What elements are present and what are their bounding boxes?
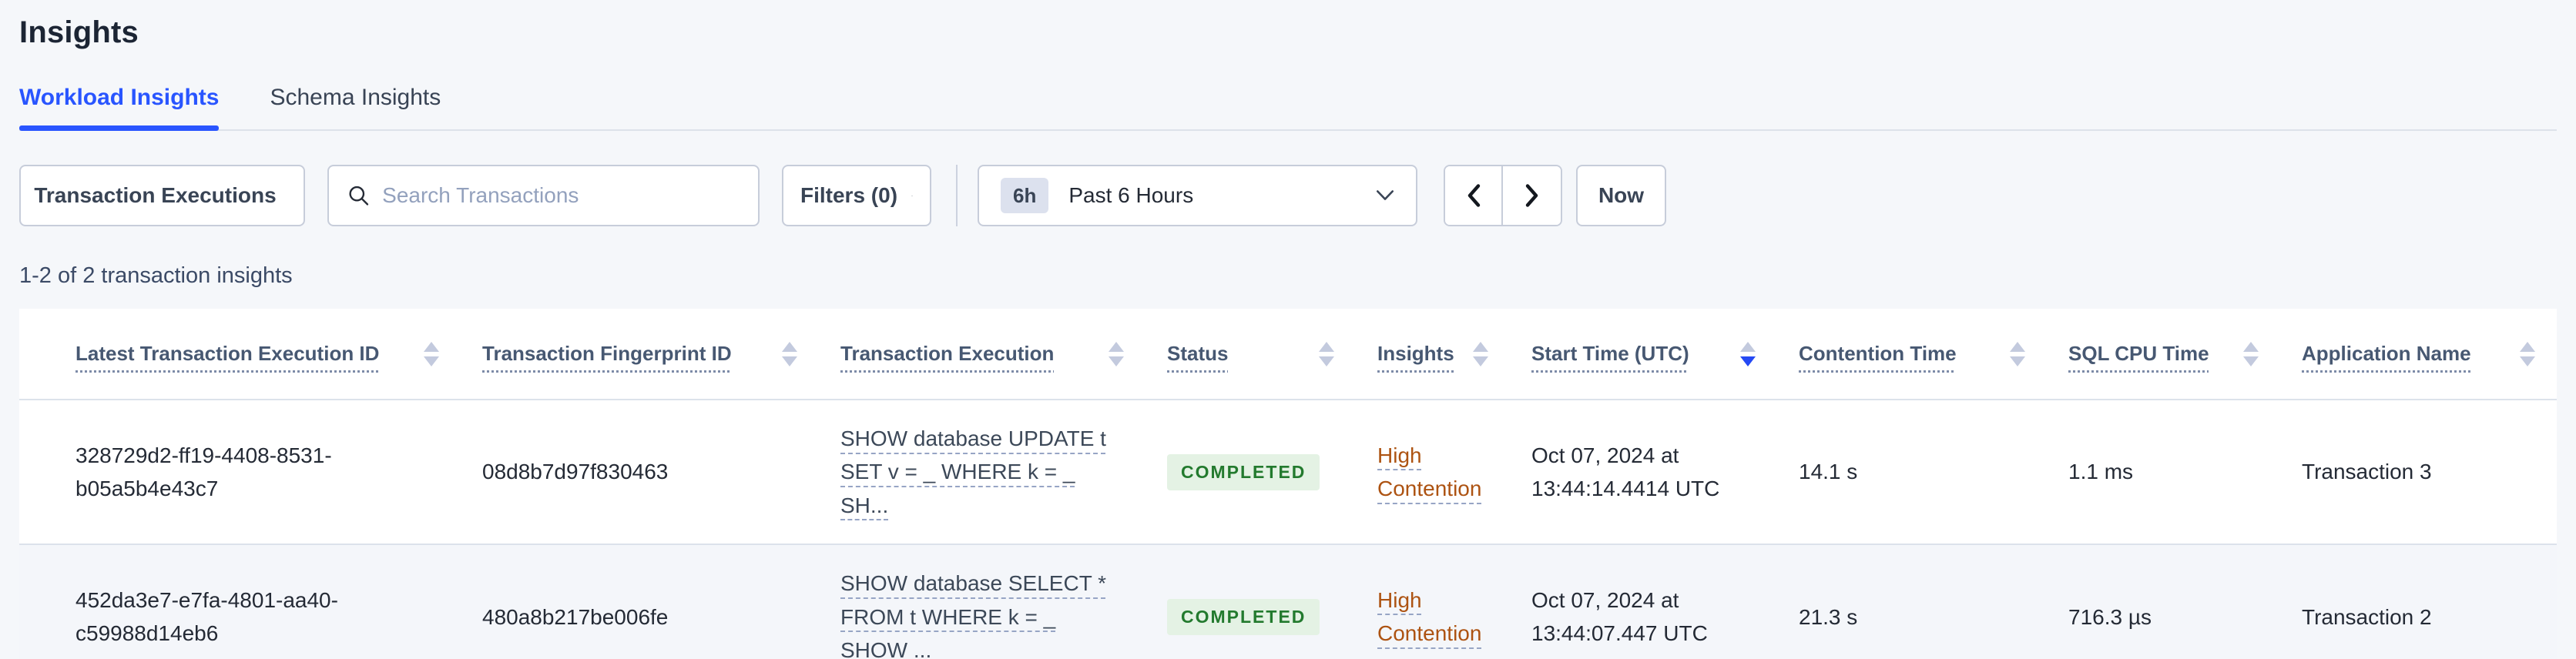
insights-table-card: Latest Transaction Execution ID Transact…	[19, 309, 2557, 659]
insight-link[interactable]: High Contention	[1377, 443, 1481, 500]
column-header-application-name[interactable]: Application Name	[2280, 309, 2557, 400]
contention-time-cell: 21.3 s	[1777, 544, 2047, 659]
execution-type-label: Transaction Executions	[34, 183, 277, 207]
execution-type-dropdown[interactable]: Transaction Executions	[19, 165, 305, 226]
start-time-cell: Oct 07, 2024 at 13:44:07.447 UTC	[1510, 544, 1777, 659]
transaction-execution-link[interactable]: SHOW database SELECT * FROM t WHERE k = …	[840, 571, 1106, 659]
toolbar-divider	[956, 165, 958, 226]
insight-link[interactable]: High Contention	[1377, 588, 1481, 645]
column-header-sql-cpu-time[interactable]: SQL CPU Time	[2047, 309, 2280, 400]
toolbar: Transaction Executions Filters (0) 6h Pa…	[19, 165, 2557, 226]
sql-cpu-time-cell: 1.1 ms	[2047, 400, 2280, 546]
latest-execution-id-cell: 452da3e7-e7fa-4801-aa40-c59988d14eb6	[19, 544, 461, 659]
tab-schema-insights[interactable]: Schema Insights	[270, 85, 441, 129]
search-box	[327, 165, 760, 226]
fingerprint-id-cell: 08d8b7d97f830463	[461, 400, 819, 546]
next-time-button[interactable]	[1503, 166, 1561, 225]
column-header-status[interactable]: Status	[1145, 309, 1356, 400]
column-header-contention-time[interactable]: Contention Time	[1777, 309, 2047, 400]
transaction-execution-link[interactable]: SHOW database UPDATE t SET v = _ WHERE k…	[840, 427, 1106, 517]
status-badge: COMPLETED	[1167, 598, 1320, 635]
sort-icon[interactable]	[2520, 341, 2535, 366]
time-range-badge: 6h	[1001, 178, 1049, 213]
column-header-latest-transaction-execution-id[interactable]: Latest Transaction Execution ID	[19, 309, 461, 400]
column-header-transaction-execution[interactable]: Transaction Execution	[819, 309, 1145, 400]
filters-button[interactable]: Filters (0)	[782, 165, 931, 226]
search-icon	[349, 186, 369, 206]
chevron-right-icon	[1525, 184, 1538, 207]
page-title: Insights	[19, 15, 139, 49]
chevron-down-icon	[911, 195, 913, 196]
sort-icon-active-desc[interactable]	[1740, 341, 1756, 366]
table-header-row: Latest Transaction Execution ID Transact…	[19, 309, 2557, 400]
time-range-label: Past 6 Hours	[1068, 183, 1194, 207]
status-badge: COMPLETED	[1167, 453, 1320, 490]
filters-label: Filters (0)	[800, 183, 898, 207]
sort-icon[interactable]	[2243, 341, 2259, 366]
previous-time-button[interactable]	[1445, 166, 1503, 225]
sort-icon[interactable]	[1473, 341, 1488, 366]
start-time-cell: Oct 07, 2024 at 13:44:14.4414 UTC	[1510, 400, 1777, 546]
application-name-cell: Transaction 3	[2280, 400, 2557, 546]
sort-icon[interactable]	[2010, 341, 2025, 366]
transaction-insights-table: Latest Transaction Execution ID Transact…	[19, 309, 2557, 659]
latest-execution-id-cell: 328729d2-ff19-4408-8531-b05a5b4e43c7	[19, 400, 461, 546]
tab-bar: Workload Insights Schema Insights	[19, 85, 2557, 131]
column-header-transaction-fingerprint-id[interactable]: Transaction Fingerprint ID	[461, 309, 819, 400]
table-row: 328729d2-ff19-4408-8531-b05a5b4e43c7 08d…	[19, 400, 2557, 546]
search-input[interactable]	[382, 183, 740, 208]
chevron-down-icon	[1377, 190, 1394, 200]
chevron-left-icon	[1467, 184, 1480, 207]
results-summary: 1-2 of 2 transaction insights	[19, 263, 293, 288]
contention-time-cell: 14.1 s	[1777, 400, 2047, 546]
sort-icon[interactable]	[424, 341, 439, 366]
table-row: 452da3e7-e7fa-4801-aa40-c59988d14eb6 480…	[19, 544, 2557, 659]
now-button[interactable]: Now	[1576, 165, 1666, 226]
column-header-insights[interactable]: Insights	[1356, 309, 1510, 400]
time-pager	[1444, 165, 1562, 226]
sort-icon[interactable]	[1109, 341, 1124, 366]
fingerprint-id-cell: 480a8b217be006fe	[461, 544, 819, 659]
sql-cpu-time-cell: 716.3 µs	[2047, 544, 2280, 659]
sort-icon[interactable]	[782, 341, 797, 366]
insights-page: Insights Workload Insights Schema Insigh…	[0, 0, 2576, 659]
sort-icon[interactable]	[1319, 341, 1334, 366]
column-header-start-time[interactable]: Start Time (UTC)	[1510, 309, 1777, 400]
tab-workload-insights[interactable]: Workload Insights	[19, 85, 220, 131]
application-name-cell: Transaction 2	[2280, 544, 2557, 659]
time-range-dropdown[interactable]: 6h Past 6 Hours	[978, 165, 1417, 226]
